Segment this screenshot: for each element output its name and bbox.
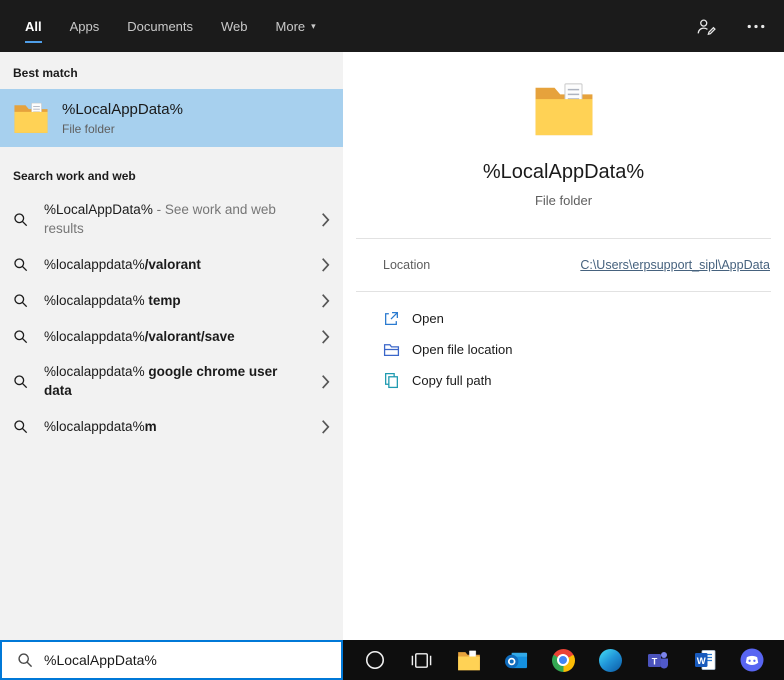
folder-icon	[13, 102, 49, 134]
location-row: Location C:\Users\erpsupport_sipl\AppDat…	[343, 239, 784, 291]
suggestion-text: %localappdata%/valorant/save	[44, 319, 300, 354]
cortana-icon[interactable]	[362, 648, 387, 673]
suggestion-query: %localappdata%	[44, 418, 145, 434]
suggestion-query: %localappdata%	[44, 256, 145, 272]
suggestion-row[interactable]: %localappdata%/valorant/save	[0, 318, 343, 354]
search-icon	[13, 212, 28, 227]
tab-all-label: All	[25, 18, 42, 34]
search-icon	[13, 293, 28, 308]
tab-web-label: Web	[221, 18, 248, 34]
filter-tabs: All Apps Documents Web More ▾	[25, 0, 344, 52]
action-open[interactable]: Open	[383, 310, 784, 327]
chevron-down-icon: ▾	[311, 20, 316, 31]
suggestion-completion: temp	[144, 292, 181, 308]
search-web-header: Search work and web	[13, 169, 136, 183]
action-label: Open	[412, 311, 444, 326]
best-match-result[interactable]: %LocalAppData% File folder	[0, 89, 343, 147]
search-filter-bar: All Apps Documents Web More ▾	[0, 0, 784, 52]
open-icon	[383, 310, 400, 327]
tab-web[interactable]: Web	[221, 0, 248, 52]
suggestion-query: %LocalAppData%	[44, 202, 153, 217]
search-box	[0, 640, 343, 680]
suggestion-text: %localappdata%/valorant	[44, 247, 300, 282]
windows-search-flyout: All Apps Documents Web More ▾ Best match…	[0, 0, 784, 680]
suggestion-text: %LocalAppData% - See work and web result…	[44, 192, 300, 246]
suggestion-query: %localappdata%	[44, 292, 145, 308]
best-match-header: Best match	[13, 66, 78, 80]
search-icon	[17, 652, 33, 668]
suggestion-row[interactable]: %LocalAppData% - See work and web result…	[0, 192, 343, 246]
chevron-right-icon[interactable]	[321, 329, 330, 344]
suggestion-text: %localappdata%m	[44, 409, 300, 444]
svg-text:T: T	[652, 657, 658, 667]
action-label: Open file location	[412, 342, 513, 357]
topbar-actions	[696, 16, 766, 36]
results-panel: Best match %LocalAppData% File folder Se…	[0, 52, 343, 640]
suggestion-completion: m	[144, 418, 157, 434]
suggestion-query: %localappdata%	[44, 328, 145, 344]
chevron-right-icon[interactable]	[321, 374, 330, 389]
word-icon[interactable]: W	[693, 648, 718, 673]
suggestion-row[interactable]: %localappdata% temp	[0, 282, 343, 318]
ellipsis-icon[interactable]	[746, 16, 766, 36]
chrome-icon[interactable]	[551, 648, 576, 673]
best-match-text: %LocalAppData% File folder	[62, 101, 183, 136]
suggestion-completion: /valorant	[144, 256, 201, 272]
tab-all[interactable]: All	[25, 0, 42, 52]
svg-text:W: W	[697, 656, 706, 667]
best-match-title: %LocalAppData%	[62, 100, 183, 118]
preview-title: %LocalAppData%	[482, 161, 645, 183]
suggestion-row[interactable]: %localappdata% google chrome user data	[0, 354, 343, 408]
account-icon[interactable]	[696, 16, 716, 36]
search-input[interactable]	[44, 652, 333, 668]
chevron-right-icon[interactable]	[321, 293, 330, 308]
outlook-icon[interactable]	[504, 648, 529, 673]
preview-subtitle: File folder	[534, 193, 593, 208]
preview-pane: %LocalAppData% File folder Location C:\U…	[343, 52, 784, 640]
chevron-right-icon[interactable]	[321, 419, 330, 434]
action-open-file-location[interactable]: Open file location	[383, 341, 784, 358]
search-icon	[13, 374, 28, 389]
teams-icon[interactable]: T	[645, 648, 670, 673]
location-link[interactable]: C:\Users\erpsupport_sipl\AppData	[580, 258, 770, 272]
suggestion-query: %localappdata%	[44, 364, 145, 379]
edge-icon[interactable]	[598, 648, 623, 673]
folder-icon	[533, 82, 595, 137]
tab-documents-label: Documents	[127, 18, 194, 34]
open-file-location-icon	[383, 341, 400, 358]
suggestion-row[interactable]: %localappdata%m	[0, 408, 343, 444]
copy-icon	[383, 372, 400, 389]
preview-header: %LocalAppData% File folder	[343, 52, 784, 208]
suggestion-text: %localappdata% temp	[44, 283, 300, 318]
file-explorer-icon[interactable]	[457, 648, 482, 673]
preview-actions: Open Open file location Copy full path	[343, 292, 784, 389]
task-view-icon[interactable]	[409, 648, 434, 673]
tab-apps-label: Apps	[69, 18, 100, 34]
chevron-right-icon[interactable]	[321, 257, 330, 272]
tab-more[interactable]: More ▾	[276, 0, 316, 52]
search-icon	[13, 257, 28, 272]
action-copy-full-path[interactable]: Copy full path	[383, 372, 784, 389]
tab-more-label: More	[275, 18, 306, 34]
tab-documents[interactable]: Documents	[127, 0, 193, 52]
taskbar: T W	[343, 640, 784, 680]
suggestion-row[interactable]: %localappdata%/valorant	[0, 246, 343, 282]
search-icon	[13, 419, 28, 434]
action-label: Copy full path	[412, 373, 492, 388]
tab-apps[interactable]: Apps	[70, 0, 100, 52]
suggestion-completion: /valorant/save	[144, 328, 235, 344]
discord-icon[interactable]	[740, 648, 765, 673]
suggestion-text: %localappdata% google chrome user data	[44, 354, 300, 408]
chevron-right-icon[interactable]	[321, 212, 330, 227]
best-match-subtitle: File folder	[62, 121, 115, 136]
location-label: Location	[383, 258, 431, 272]
search-icon	[13, 329, 28, 344]
